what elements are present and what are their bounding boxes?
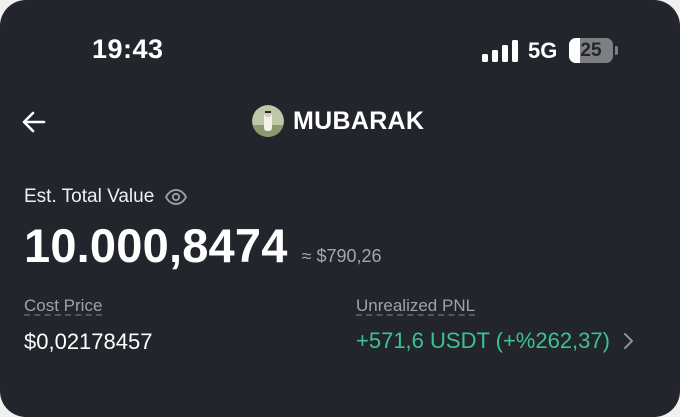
total-value-row: 10.000,8474 ≈ $790,26 — [24, 218, 382, 273]
total-value-header: Est. Total Value — [24, 185, 188, 209]
battery-icon: 25 — [569, 38, 619, 63]
unrealized-pnl-label[interactable]: Unrealized PNL — [356, 296, 475, 316]
cost-price-value: $0,02178457 — [24, 329, 153, 354]
unrealized-pnl-value: +571,6 USDT (+%262,37) — [356, 328, 610, 353]
cost-price-label[interactable]: Cost Price — [24, 296, 102, 316]
network-type: 5G — [528, 38, 558, 63]
status-time: 19:43 — [92, 34, 164, 64]
battery-level: 25 — [580, 40, 602, 61]
total-value-label: Est. Total Value — [24, 186, 155, 207]
total-value-amount: 10.000,8474 — [24, 219, 288, 272]
chevron-right-icon[interactable] — [622, 330, 636, 352]
token-name: MUBARAK — [293, 106, 425, 135]
asset-detail-screen: 19:43 5G 25 MUBARAK Est. Total Value 10.… — [0, 0, 680, 417]
token-title: MUBARAK — [252, 104, 424, 138]
arrow-left-icon[interactable] — [20, 108, 48, 136]
eye-icon[interactable] — [164, 185, 188, 209]
total-value-usd: ≈ $790,26 — [301, 246, 382, 266]
token-avatar — [252, 105, 284, 137]
unrealized-pnl-row[interactable]: +571,6 USDT (+%262,37) — [356, 328, 636, 354]
signal-icon — [482, 40, 518, 62]
